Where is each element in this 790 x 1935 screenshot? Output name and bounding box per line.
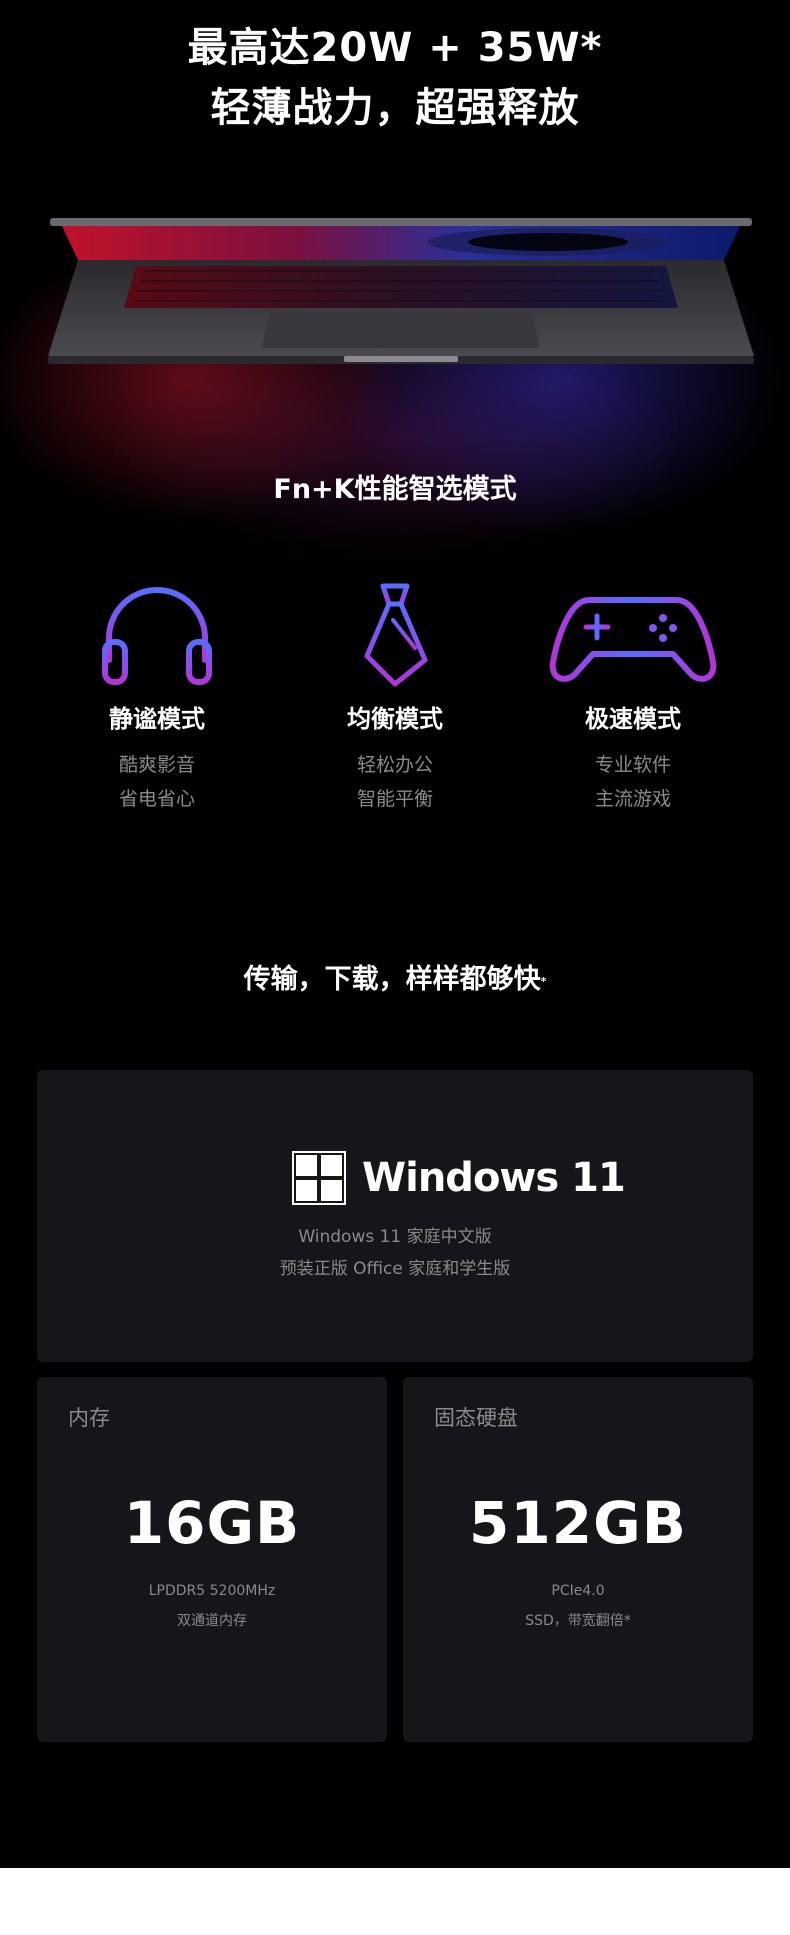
mode-desc: 专业软件 主流游戏 [513,748,753,816]
memory-label: 内存 [68,1406,110,1430]
mode-desc-line: 智能平衡 [356,788,433,810]
windows-card: Windows 11 Windows 11 家庭中文版 预装正版 Office … [37,1070,753,1362]
ssd-bandwidth: SSD，带宽翻倍* [525,1613,631,1629]
mode-desc: 轻松办公 智能平衡 [275,748,515,816]
page: 最高达20W + 35W* 轻薄战力，超强释放 Fn+K性能智选模式 静谧模式 … [0,0,790,1935]
mode-turbo: 极速模式 专业软件 主流游戏 [513,580,753,816]
mode-name: 均衡模式 [347,705,443,733]
memory-value: 16GB [123,1489,301,1557]
windows-brand: Windows 11 [362,1155,626,1201]
mode-desc-line: 酷爽影音 [118,754,195,776]
office-edition: 预装正版 Office 家庭和学生版 [279,1259,511,1279]
mode-name: 极速模式 [585,705,681,733]
mode-desc-line: 轻松办公 [356,754,433,776]
ssd-card: 固态硬盘 512GB PCIe4.0 SSD，带宽翻倍* [403,1377,753,1742]
footnote-mark: * [540,975,547,988]
mode-balanced: 均衡模式 轻松办公 智能平衡 [275,580,515,816]
transfer-section-title: 传输，下载，样样都够快* [0,962,790,998]
windows-icon [292,1151,346,1205]
memory-spec: LPDDR5 5200MHz [148,1583,276,1599]
ssd-value: 512GB [469,1489,687,1557]
memory-card: 内存 16GB LPDDR5 5200MHz 双通道内存 [37,1377,387,1742]
necktie-icon [364,583,428,687]
ssd-interface: PCIe4.0 [551,1583,605,1599]
modes-section-title: Fn+K性能智选模式 [273,474,517,505]
transfer-title-text: 传输，下载，样样都够快 [243,964,541,995]
footer-bar [0,1868,790,1935]
mode-desc-line: 专业软件 [594,754,671,776]
memory-channel: 双通道内存 [177,1613,247,1629]
ssd-label: 固态硬盘 [434,1406,518,1430]
mode-desc-line: 省电省心 [118,788,195,810]
headline-line-1: 最高达20W + 35W* [187,25,603,71]
windows-logo: Windows 11 [292,1150,626,1206]
mode-quiet: 静谧模式 酷爽影音 省电省心 [37,580,277,816]
mode-desc: 酷爽影音 省电省心 [37,748,277,816]
mode-desc-line: 主流游戏 [594,788,671,810]
gamepad-icon [549,597,717,682]
headline-line-2: 轻薄战力，超强释放 [210,85,580,131]
mode-name: 静谧模式 [109,705,205,733]
windows-edition: Windows 11 家庭中文版 [298,1227,492,1247]
laptop-image [48,218,754,364]
headphones-icon [102,587,212,685]
